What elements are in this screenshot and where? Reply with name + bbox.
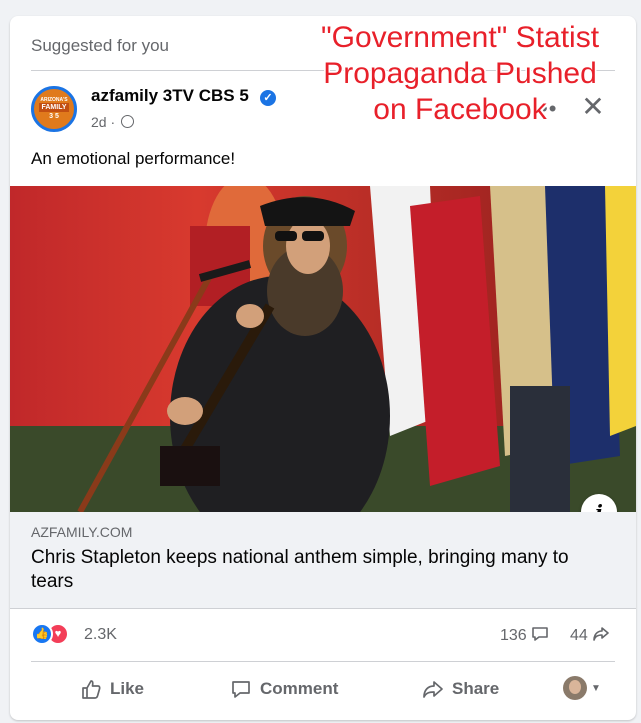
- page-avatar[interactable]: ARIZONA'S FAMILY 3 5: [31, 86, 77, 132]
- actions-divider: [31, 661, 615, 662]
- reactions-count[interactable]: 2.3K: [84, 626, 117, 644]
- share-button-label: Share: [452, 679, 500, 698]
- link-preview[interactable]: AZFAMILY.COM Chris Stapleton keeps natio…: [10, 512, 636, 609]
- link-domain: AZFAMILY.COM: [31, 524, 133, 540]
- comment-count-icon: [532, 627, 548, 641]
- share-icon: [423, 681, 443, 698]
- meta-separator: ·: [110, 114, 116, 130]
- user-avatar: [563, 676, 587, 700]
- link-headline[interactable]: Chris Stapleton keeps national anthem si…: [31, 546, 591, 594]
- suggested-label: Suggested for you: [31, 36, 169, 55]
- comment-button-label: Comment: [260, 679, 339, 698]
- comment-icon: [232, 681, 250, 698]
- post-card: Suggested for you ARIZONA'S FAMILY 3 5 a…: [10, 16, 636, 720]
- comments-count[interactable]: 136: [500, 626, 549, 645]
- reaction-profile-selector[interactable]: ▼: [563, 676, 601, 700]
- like-button[interactable]: Like: [80, 671, 144, 707]
- chevron-down-icon: ▼: [591, 682, 601, 694]
- like-button-label: Like: [110, 679, 145, 698]
- post-text: An emotional performance!: [31, 149, 236, 168]
- comments-count-value: 136: [500, 627, 527, 644]
- avatar-family-text: FAMILY: [39, 103, 69, 112]
- share-button[interactable]: Share: [422, 671, 499, 707]
- share-count-icon: [593, 627, 610, 641]
- shares-count[interactable]: 44: [570, 626, 610, 645]
- verified-badge-icon: ✓: [260, 90, 276, 106]
- thumbs-up-icon: [82, 680, 101, 699]
- post-age[interactable]: 2d: [91, 114, 107, 130]
- overlay-caption: "Government" Statist Propaganda Pushed o…: [320, 21, 600, 126]
- shares-count-value: 44: [570, 627, 588, 644]
- like-reaction-icon: 👍: [31, 623, 53, 645]
- comment-button[interactable]: Comment: [230, 671, 338, 707]
- avatar-channel-text: 3 5: [49, 113, 59, 120]
- page-name-link[interactable]: azfamily 3TV CBS 5: [91, 86, 249, 106]
- post-meta: 2d ·: [91, 114, 135, 130]
- globe-icon: [121, 115, 135, 128]
- post-photo[interactable]: [10, 186, 636, 512]
